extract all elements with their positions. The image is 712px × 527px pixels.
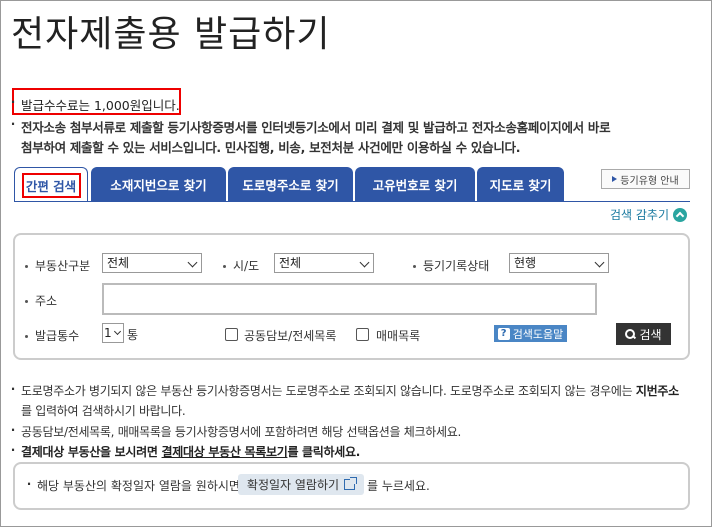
chevron-down-icon xyxy=(187,257,198,268)
bullet-dot xyxy=(25,265,28,268)
lot-address-emphasis: 지번주소 xyxy=(635,384,679,398)
bullet: · xyxy=(10,117,16,131)
record-status-select[interactable]: 현행 xyxy=(509,253,609,273)
property-type-label: 부동산구분 xyxy=(25,257,90,274)
copies-unit: 통 xyxy=(127,328,139,342)
confirm-date-text: 해당 부동산의 확정일자 열람을 원하시면 xyxy=(37,479,240,493)
hide-search-label: 검색 감추기 xyxy=(610,208,670,222)
chevron-down-icon xyxy=(359,257,370,268)
search-icon xyxy=(625,329,636,339)
bullet-dot xyxy=(25,300,28,303)
chevron-down-icon xyxy=(113,327,122,336)
tab-highlight-box xyxy=(22,173,81,198)
tab-unique-number[interactable]: 고유번호로 찾기 xyxy=(355,167,475,202)
tab-road-address[interactable]: 도로명주소로 찾기 xyxy=(228,167,353,202)
joint-collateral-checkbox[interactable] xyxy=(225,328,238,341)
city-select[interactable]: 전체 xyxy=(274,253,374,273)
bullet: · xyxy=(10,95,16,109)
tab-underline xyxy=(14,201,690,202)
fee-notice: 발급수수료는 1,000원입니다. xyxy=(21,98,180,113)
address-label: 주소 xyxy=(25,292,57,309)
tab-lot-number[interactable]: 소재지번으로 찾기 xyxy=(91,167,226,202)
search-button-label: 검색 xyxy=(639,327,662,342)
sale-list-checkbox[interactable] xyxy=(356,328,369,341)
question-icon: ? xyxy=(497,327,510,340)
page-title: 전자제출용 발급하기 xyxy=(11,14,331,55)
confirm-date-button-label: 확정일자 열람하기 xyxy=(246,478,340,492)
search-button[interactable]: 검색 xyxy=(616,323,671,345)
registry-type-guide-button[interactable]: 등기유형 안내 xyxy=(601,169,690,189)
bullet-dot xyxy=(25,335,28,338)
copies-select[interactable]: 1 xyxy=(102,323,124,343)
bullet: · xyxy=(10,382,16,396)
bullet-dot xyxy=(223,265,226,268)
search-help-label: 검색도움말 xyxy=(512,327,564,341)
page-frame: 전자제출용 발급하기 · 발급수수료는 1,000원입니다. · 전자소송 첨부… xyxy=(0,0,712,527)
address-input[interactable] xyxy=(102,283,597,315)
record-status-label: 등기기록상태 xyxy=(413,257,489,274)
guide-button-label: 등기유형 안내 xyxy=(620,175,679,187)
payment-target-list-link[interactable]: 결제대상 부동산 목록보기 xyxy=(162,445,288,459)
bullet-dot xyxy=(413,265,416,268)
payment-target-note: 결제대상 부동산을 보시려면 결제대상 부동산 목록보기를 클릭하세요. xyxy=(21,445,361,459)
arrow-right-icon xyxy=(612,176,618,182)
hide-search-link[interactable]: 검색 감추기 xyxy=(610,206,688,223)
confirm-date-view-button[interactable]: 확정일자 열람하기 xyxy=(238,474,364,495)
city-label: 시/도 xyxy=(223,257,259,274)
search-help-button[interactable]: ? 검색도움말 xyxy=(494,325,567,342)
bullet: · xyxy=(10,423,16,437)
external-link-icon xyxy=(344,477,358,490)
road-address-note-cont: 를 입력하여 검색하시기 바랍니다. xyxy=(21,404,186,418)
tab-map[interactable]: 지도로 찾기 xyxy=(477,167,564,202)
service-description-line1: 전자소송 첨부서류로 제출할 등기사항증명서를 인터넷등기소에서 미리 결제 및… xyxy=(21,120,611,135)
sale-list-label: 매매목록 xyxy=(376,329,421,343)
confirm-date-text-after: 를 누르세요. xyxy=(367,479,430,493)
property-type-select[interactable]: 전체 xyxy=(102,253,202,273)
service-description-line2: 첨부하여 제출할 수 있는 서비스입니다. 민사집행, 비송, 보전처분 사건에… xyxy=(21,140,521,155)
joint-collateral-label: 공동담보/전세목록 xyxy=(244,329,337,343)
road-address-note: 도로명주소가 병기되지 않은 부동산 등기사항증명서는 도로명주소로 조회되지 … xyxy=(21,384,679,398)
chevron-up-icon xyxy=(673,207,688,222)
copies-label: 발급통수 xyxy=(25,327,79,344)
option-note: 공동담보/전세목록, 매매목록을 등기사항증명서에 포함하려면 해당 선택옵션을… xyxy=(21,425,461,439)
bullet: · xyxy=(10,443,16,457)
chevron-down-icon xyxy=(594,257,605,268)
bullet: · xyxy=(26,477,32,491)
